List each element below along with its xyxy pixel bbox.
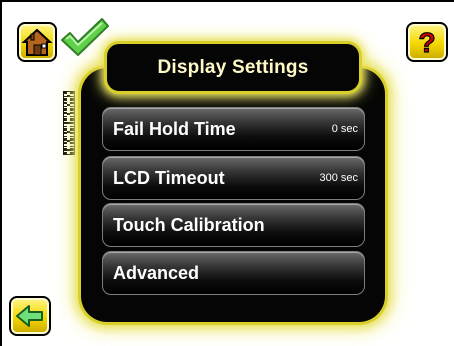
- barcode-image: [63, 91, 75, 155]
- home-icon: [21, 28, 53, 56]
- dialog-title-plate: Display Settings: [107, 44, 359, 91]
- menu-item-label: Fail Hold Time: [113, 118, 236, 139]
- menu-item-fail-hold-time[interactable]: Fail Hold Time 0 sec: [102, 107, 365, 151]
- menu-item-label: LCD Timeout: [113, 167, 225, 188]
- svg-text:?: ?: [418, 27, 435, 58]
- checkmark-icon: [61, 18, 109, 56]
- menu-item-touch-calibration[interactable]: Touch Calibration: [102, 203, 365, 247]
- help-icon: ?: [418, 26, 436, 58]
- help-button[interactable]: ?: [406, 22, 448, 62]
- menu-item-advanced[interactable]: Advanced: [102, 251, 365, 295]
- back-arrow-icon: [16, 305, 43, 327]
- menu-item-label: Advanced: [113, 262, 200, 283]
- menu-item-value: 0 sec: [331, 123, 358, 135]
- menu-item-value: 300 sec: [319, 172, 358, 184]
- menu-item-label: Touch Calibration: [113, 214, 265, 235]
- menu-item-lcd-timeout[interactable]: LCD Timeout 300 sec: [102, 156, 365, 200]
- home-button[interactable]: [17, 22, 57, 62]
- dialog-title: Display Settings: [157, 56, 309, 78]
- back-button[interactable]: [9, 296, 51, 336]
